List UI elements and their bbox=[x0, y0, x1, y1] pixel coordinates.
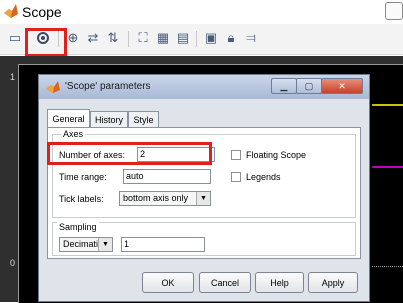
signal-trace-yellow bbox=[372, 104, 403, 106]
chevron-down-icon: ▼ bbox=[196, 192, 210, 205]
save-axes-icon[interactable]: ▦ bbox=[154, 29, 172, 47]
toolbar-separator bbox=[196, 31, 197, 47]
scope-window-title: Scope bbox=[22, 4, 62, 20]
lock-icon[interactable]: 🔒︎ bbox=[222, 29, 240, 47]
signal-selection-icon[interactable]: ⫤ bbox=[242, 29, 260, 47]
print-icon[interactable]: ▭ bbox=[6, 29, 24, 47]
tick-labels-value: bottom axis only bbox=[123, 193, 189, 203]
minimize-icon: ▁ bbox=[280, 80, 288, 91]
matlab-logo-icon bbox=[4, 4, 18, 18]
chevron-down-icon: ▼ bbox=[98, 238, 112, 251]
sampling-group-label: Sampling bbox=[57, 222, 99, 232]
tick-labels-label: Tick labels: bbox=[59, 194, 104, 204]
restore-axes-icon[interactable]: ▤ bbox=[174, 29, 192, 47]
zoom-x-icon[interactable]: ⇄ bbox=[84, 29, 102, 47]
y-tick-bottom: 0 bbox=[10, 258, 16, 268]
tab-history[interactable]: History bbox=[90, 111, 128, 128]
sampling-group: Sampling Decimation ▼ 1 bbox=[52, 222, 356, 256]
y-tick-top: 1 bbox=[10, 72, 16, 82]
scope-parameters-dialog: 'Scope' parameters ▁ ▢ ✕ General History… bbox=[38, 74, 370, 302]
floating-scope-icon[interactable]: ▣ bbox=[202, 29, 220, 47]
apply-button[interactable]: Apply bbox=[308, 272, 358, 293]
minimize-button[interactable]: ▁ bbox=[271, 78, 297, 94]
matlab-logo-icon bbox=[46, 81, 60, 93]
tab-general[interactable]: General bbox=[47, 109, 90, 128]
tab-style[interactable]: Style bbox=[128, 111, 159, 128]
maximize-icon: ▢ bbox=[304, 80, 314, 91]
sampling-mode-select[interactable]: Decimation ▼ bbox=[59, 237, 113, 252]
close-button[interactable]: ✕ bbox=[321, 78, 363, 94]
axes-group-label: Axes bbox=[61, 129, 86, 139]
legends-checkbox[interactable] bbox=[231, 172, 241, 182]
signal-trace-magenta bbox=[372, 166, 403, 168]
time-range-input[interactable]: auto bbox=[123, 169, 211, 184]
parameters-button-highlight bbox=[25, 28, 67, 57]
legends-label: Legends bbox=[246, 172, 281, 182]
floating-scope-checkbox[interactable] bbox=[231, 150, 241, 160]
ok-button[interactable]: OK bbox=[142, 272, 194, 293]
time-range-label: Time range: bbox=[59, 172, 107, 182]
autoscale-icon[interactable]: ⛶ bbox=[134, 29, 152, 47]
close-icon: ✕ bbox=[338, 80, 346, 91]
floating-scope-label: Floating Scope bbox=[246, 150, 307, 160]
maximize-button[interactable]: ▢ bbox=[296, 78, 322, 94]
dialog-title: 'Scope' parameters bbox=[65, 81, 151, 92]
gridline bbox=[372, 266, 403, 267]
scope-window-control[interactable] bbox=[385, 2, 403, 20]
zoom-y-icon[interactable]: ⇅ bbox=[104, 29, 122, 47]
toolbar-separator bbox=[128, 31, 129, 47]
help-button[interactable]: Help bbox=[255, 272, 304, 293]
sampling-factor-input[interactable]: 1 bbox=[121, 237, 205, 252]
number-of-axes-highlight bbox=[47, 142, 212, 165]
tick-labels-select[interactable]: bottom axis only ▼ bbox=[119, 191, 211, 206]
cancel-button[interactable]: Cancel bbox=[199, 272, 251, 293]
